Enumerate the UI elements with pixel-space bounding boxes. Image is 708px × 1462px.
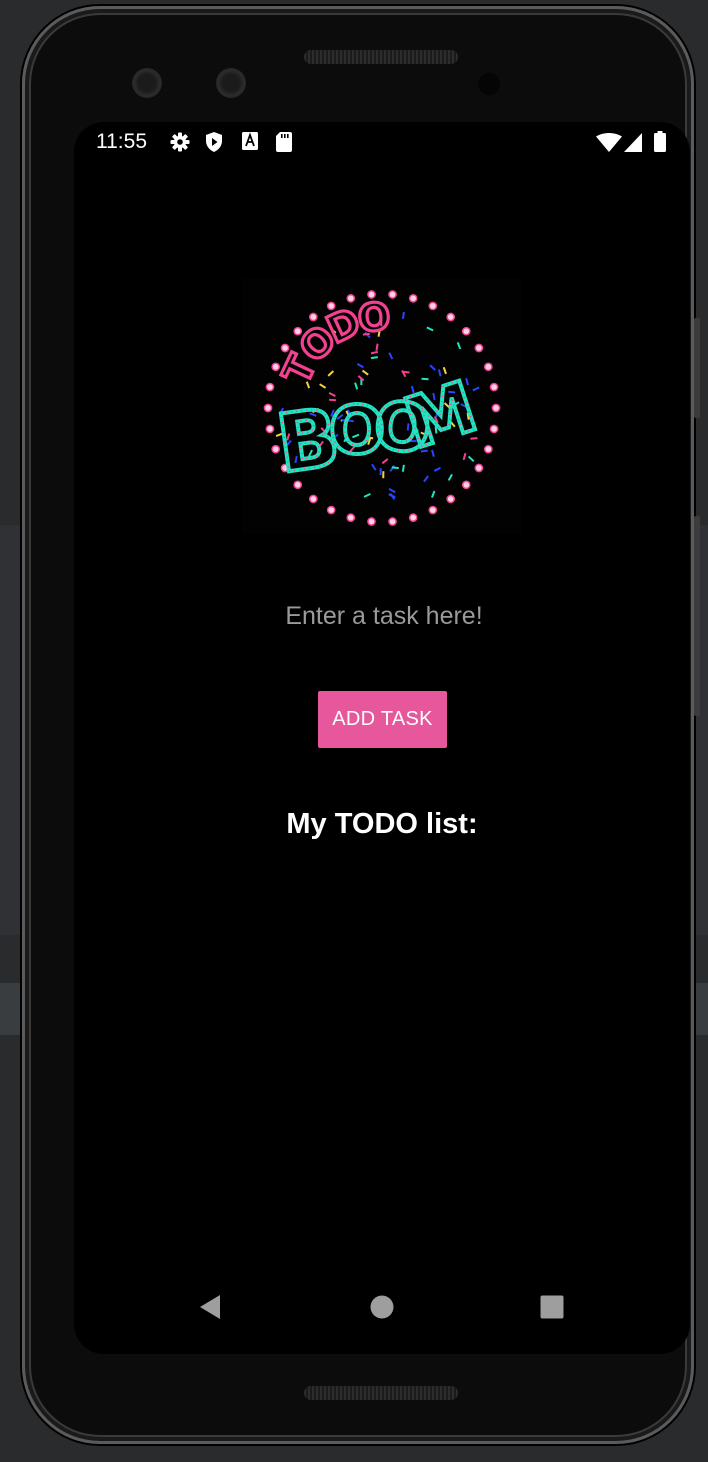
logo-bulb <box>367 517 376 526</box>
battery-icon <box>654 131 666 157</box>
app-screen: 11:55 TODOBBOOO O M M Enter a task here!… <box>74 122 690 1354</box>
logo-bulb <box>446 312 456 322</box>
sd-card-icon <box>276 132 292 157</box>
phone-frame: 11:55 TODOBBOOO O M M Enter a task here!… <box>22 6 700 1444</box>
logo-bulb <box>461 326 471 336</box>
logo-bulb <box>491 403 501 413</box>
logo-confetti <box>388 352 394 360</box>
logo-confetti <box>401 311 405 320</box>
logo-bulb <box>483 362 493 372</box>
logo-bulb <box>474 463 484 473</box>
logo-confetti <box>379 468 382 476</box>
shield-play-icon <box>205 132 223 157</box>
logo-confetti <box>467 455 475 462</box>
logo-bulb <box>489 424 499 434</box>
logo-confetti <box>361 369 369 376</box>
logo-confetti <box>370 350 379 355</box>
logo-bulb <box>308 494 318 504</box>
logo-bulb <box>446 494 456 504</box>
logo-bulb <box>263 403 273 413</box>
logo-confetti <box>429 364 436 371</box>
logo-bulb <box>474 343 484 353</box>
status-time: 11:55 <box>96 130 147 153</box>
logo-bulb <box>461 480 471 490</box>
logo-confetti <box>382 471 385 479</box>
volume-button <box>694 516 700 716</box>
proximity-sensor <box>478 73 500 95</box>
logo-bulb <box>408 294 418 303</box>
logo-bulb <box>489 382 499 392</box>
logo-bulb <box>326 505 336 515</box>
logo-confetti <box>426 326 434 332</box>
logo-bulb <box>428 505 438 515</box>
logo-confetti <box>354 382 359 390</box>
home-icon[interactable] <box>370 1295 394 1324</box>
todo-list-title: My TODO list: <box>286 808 478 840</box>
top-speaker <box>304 50 458 64</box>
logo-bulb <box>346 513 356 522</box>
logo-confetti <box>456 342 462 350</box>
logo-confetti <box>388 488 396 494</box>
back-icon[interactable] <box>198 1294 224 1325</box>
cellular-signal-icon <box>624 133 642 157</box>
a-font-icon <box>242 132 258 155</box>
logo-confetti <box>356 362 364 369</box>
logo-letter: O <box>356 294 392 341</box>
bottom-speaker <box>304 1386 458 1400</box>
logo-confetti <box>370 356 378 360</box>
logo-confetti <box>430 490 436 498</box>
logo-bulb <box>388 517 397 526</box>
logo-confetti <box>423 475 429 483</box>
logo-confetti <box>462 452 467 461</box>
status-bar: 11:55 <box>74 122 690 162</box>
logo-confetti <box>447 473 453 481</box>
front-camera-left <box>132 68 162 98</box>
logo-bulb <box>428 301 438 311</box>
logo-confetti <box>472 386 480 392</box>
logo-bulb <box>388 290 397 299</box>
wifi-icon <box>596 132 622 157</box>
logo-confetti <box>319 383 327 389</box>
todo-boom-logo: TODOBBOOOOMM <box>242 278 522 534</box>
logo-confetti <box>433 466 441 472</box>
add-task-button[interactable]: ADD TASK <box>318 691 447 748</box>
logo-bulb <box>483 444 493 454</box>
logo-bulb <box>265 382 275 392</box>
task-input[interactable] <box>232 590 536 642</box>
logo-bulb <box>408 513 418 522</box>
front-camera-right <box>216 68 246 98</box>
logo-confetti <box>363 492 371 498</box>
power-button <box>694 318 700 418</box>
gear-icon <box>170 132 190 157</box>
logo-confetti <box>375 343 379 351</box>
logo-bulb <box>265 424 275 434</box>
todo-list <box>74 862 690 1262</box>
logo-confetti <box>327 370 335 377</box>
recents-icon[interactable] <box>540 1295 564 1324</box>
